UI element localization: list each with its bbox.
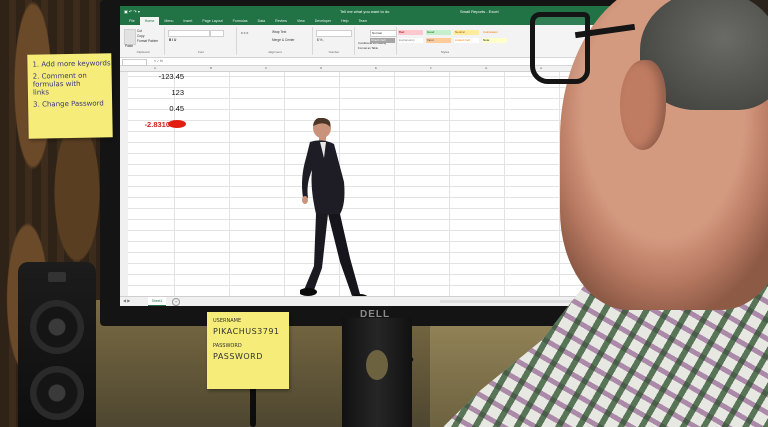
password-label: PASSWORD — [213, 343, 242, 349]
alignment-group: ≡ ≡ ≡ Wrap Text Merge & Center Alignment — [238, 27, 313, 55]
tab-help[interactable]: Help — [336, 17, 353, 25]
font-label: Font — [197, 50, 204, 54]
tab-formulas[interactable]: Formulas — [228, 17, 253, 25]
sticky-note-todo: 1. Add more keywords 2. Comment on formu… — [27, 53, 113, 139]
add-sheet-button[interactable]: + — [172, 298, 180, 306]
clipboard-group: Paste Cut Copy Format Painter Clipboard — [122, 27, 165, 55]
speaker-woofer-top — [30, 300, 84, 354]
align-icons[interactable]: ≡ ≡ ≡ — [241, 31, 248, 35]
speaker-woofer-bottom — [30, 366, 84, 420]
font-size-select[interactable] — [210, 30, 224, 37]
username-label: USERNAME — [213, 318, 242, 324]
paste-button[interactable]: Paste — [125, 44, 133, 48]
copy-button[interactable]: Copy — [137, 34, 144, 38]
username-value: PIKACHUS3791 — [213, 327, 280, 336]
tab-review[interactable]: Review — [270, 17, 292, 25]
note-line-1: 1. Add more keywords — [32, 59, 111, 69]
styles-label: Styles — [440, 50, 450, 54]
column-header-f[interactable]: F — [430, 66, 432, 71]
merge-center-button[interactable]: Merge & Center — [272, 38, 295, 42]
window-title: Small Reports - Excel — [460, 9, 499, 14]
tab-team[interactable]: Team — [353, 17, 372, 25]
tell-me-box[interactable]: Tell me what you want to do — [340, 6, 389, 17]
cell-a1[interactable]: -123.45 — [128, 72, 184, 81]
eyeglasses — [530, 12, 590, 84]
walking-man-figure — [300, 118, 368, 302]
wrap-text-button[interactable]: Wrap Text — [272, 30, 286, 34]
number-label: Number — [328, 50, 340, 54]
style-linked-cell[interactable]: Linked Cell — [454, 38, 479, 43]
style-input[interactable]: Input — [426, 38, 451, 43]
cell-a4[interactable]: -2.8310 — [120, 120, 170, 129]
cut-button[interactable]: Cut — [137, 29, 142, 33]
stand-cable-hole — [366, 350, 388, 380]
column-header-c[interactable]: C — [265, 66, 267, 71]
alignment-label: Alignment — [268, 50, 282, 54]
sheet-tab-bar: ◀ ▶ Sheet1 + — [120, 296, 648, 306]
sticky-note-credentials: USERNAME PIKACHUS3791 PASSWORD PASSWORD — [207, 312, 289, 389]
column-header-g[interactable]: G — [485, 66, 487, 71]
tab-file[interactable]: File — [124, 17, 140, 25]
number-format-select[interactable] — [316, 30, 352, 37]
man-hand — [302, 196, 308, 204]
font-group: B I U Font — [166, 27, 237, 55]
clipboard-label: Clipboard — [136, 50, 150, 54]
monitor-brand-logo: DELL — [360, 309, 391, 320]
style-explanatory[interactable]: Explanatory — [398, 38, 423, 43]
note-line-4: links — [32, 88, 50, 97]
tab-view[interactable]: View — [292, 17, 310, 25]
column-header-b[interactable]: B — [210, 66, 212, 71]
speaker — [18, 262, 96, 427]
man-leg-right — [328, 214, 360, 296]
tab-page-layout[interactable]: Page Layout — [197, 17, 227, 25]
style-bad[interactable]: Bad — [398, 30, 423, 35]
red-paint-blob — [168, 120, 186, 128]
bold-italic-underline-icons[interactable]: B I U — [169, 38, 176, 42]
style-normal[interactable]: Normal — [370, 30, 397, 37]
note-line-3: formulas with — [32, 79, 81, 89]
number-group: $ % , Number — [314, 27, 355, 55]
sheet-nav-icons[interactable]: ◀ ▶ — [123, 297, 130, 305]
tab-developer[interactable]: Developer — [310, 17, 336, 25]
styles-group: Normal Bad Good Neutral Calculation Chec… — [370, 27, 520, 55]
paste-icon[interactable] — [124, 29, 136, 45]
password-value: PASSWORD — [213, 352, 263, 361]
sheet-tab-sheet1[interactable]: Sheet1 — [148, 297, 166, 306]
column-header-e[interactable]: E — [375, 66, 377, 71]
speaker-logo — [48, 272, 66, 282]
viewer-ear — [620, 60, 666, 150]
tab-menu[interactable]: Menu — [159, 17, 178, 25]
column-header-d[interactable]: D — [320, 66, 322, 71]
font-name-select[interactable] — [168, 30, 210, 37]
fx-icon[interactable]: × ✓ fx — [154, 58, 163, 65]
style-calculation[interactable]: Calculation — [482, 30, 507, 35]
man-leg-left — [304, 214, 328, 290]
format-painter-button[interactable]: Format Painter — [137, 39, 158, 43]
tab-insert[interactable]: Insert — [178, 17, 197, 25]
number-format-icons[interactable]: $ % , — [317, 38, 324, 42]
style-check-cell[interactable]: Check Cell — [370, 38, 395, 43]
style-note[interactable]: Note — [482, 38, 507, 43]
tab-data[interactable]: Data — [253, 17, 271, 25]
tab-home[interactable]: Home — [139, 17, 160, 25]
quick-access-icons[interactable]: ▣ ↶ ↷ ▾ — [124, 6, 140, 17]
note-line-5: 3. Change Password — [33, 99, 104, 109]
cell-a3[interactable]: 0.45 — [128, 104, 184, 113]
column-header-a[interactable]: A — [154, 66, 156, 71]
style-neutral[interactable]: Neutral — [454, 30, 479, 35]
cell-a2[interactable]: 123 — [128, 88, 184, 97]
photo-scene: DELL ▣ ↶ ↷ ▾ Tell me what you want to do… — [0, 0, 768, 427]
name-box[interactable] — [122, 59, 147, 66]
style-good[interactable]: Good — [426, 30, 451, 35]
man-shoe-left — [300, 288, 317, 296]
